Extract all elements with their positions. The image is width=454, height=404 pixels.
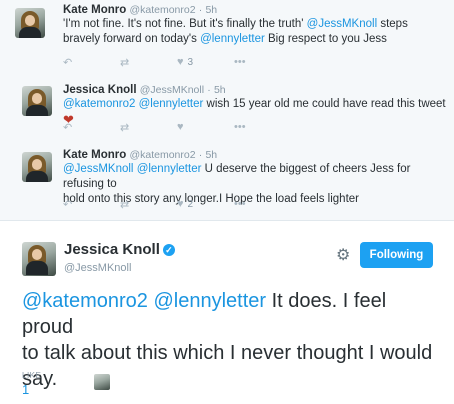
author-handle[interactable]: @JessMKnoll xyxy=(140,84,204,96)
liker-avatar[interactable] xyxy=(94,374,110,390)
following-button[interactable]: Following xyxy=(360,242,433,268)
tweet-text-part: 'I'm not fine. It's not fine. But it's f… xyxy=(63,18,307,30)
like-count: 3 xyxy=(187,56,194,68)
mention-link[interactable]: @lennyletter xyxy=(137,163,202,175)
mention-link[interactable]: @JessMKnoll xyxy=(307,18,377,30)
mention-link[interactable]: @lennyletter xyxy=(139,98,204,110)
more-icon[interactable]: ••• xyxy=(234,198,246,210)
mention-link[interactable]: @JessMKnoll xyxy=(63,163,133,175)
mention-link[interactable]: @lennyletter xyxy=(200,33,265,45)
heart-icon: ♥ xyxy=(177,56,184,68)
like-label: LIKE xyxy=(22,371,42,380)
tweet-text-part: to talk about this which I never thought… xyxy=(22,342,433,364)
author-handle[interactable]: @katemonro2 xyxy=(129,149,195,161)
retweet-icon[interactable]: ⇄ xyxy=(120,56,177,69)
like-count[interactable]: 1 xyxy=(22,382,29,397)
separator-dot: · xyxy=(198,4,203,16)
reply-icon[interactable]: ↶ xyxy=(63,121,120,134)
like-count: 2 xyxy=(187,198,194,210)
author-name[interactable]: Jessica Knoll ✓ xyxy=(64,241,175,258)
avatar[interactable] xyxy=(22,86,52,116)
author-name[interactable]: Kate Monro xyxy=(63,4,126,16)
reply-tweet[interactable]: Jessica Knoll @JessMKnoll · 5h @katemonr… xyxy=(0,74,454,143)
tweet-actions: ↶ ⇄ ♥ 2 ••• xyxy=(63,197,246,211)
mention-link[interactable]: @katemonro2 xyxy=(63,98,135,110)
author-name[interactable]: Kate Monro xyxy=(63,149,126,161)
like-button[interactable]: ♥ xyxy=(177,121,234,133)
avatar[interactable] xyxy=(22,242,56,276)
retweet-icon[interactable]: ⇄ xyxy=(120,121,177,134)
gear-icon[interactable]: ⚙ xyxy=(336,245,350,265)
retweet-icon[interactable]: ⇄ xyxy=(120,198,177,211)
tweet-text: @katemonro2 @lennyletter It does. I feel… xyxy=(22,288,442,392)
reply-icon[interactable]: ↶ xyxy=(63,198,120,211)
tweet-header: Jessica Knoll @JessMKnoll · 5h xyxy=(63,84,226,96)
main-tweet: Jessica Knoll ✓ @JessMKnoll ⚙ Following @… xyxy=(0,220,454,404)
heart-icon: ♥ xyxy=(177,121,184,133)
separator-dot: · xyxy=(198,149,203,161)
reply-tweet[interactable]: Kate Monro @katemonro2 · 5h 'I'm not fin… xyxy=(0,0,454,75)
tweet-header: Kate Monro @katemonro2 · 5h xyxy=(63,4,217,16)
reply-tweet[interactable]: Kate Monro @katemonro2 · 5h @JessMKnoll … xyxy=(0,142,454,221)
heart-icon: ♥ xyxy=(177,198,184,210)
reply-icon[interactable]: ↶ xyxy=(63,56,120,69)
timestamp[interactable]: 5h xyxy=(205,149,217,161)
tweet-actions: ↶ ⇄ ♥ 3 ••• xyxy=(63,55,246,69)
author-name[interactable]: Jessica Knoll xyxy=(63,84,137,96)
like-button[interactable]: ♥ 3 xyxy=(177,56,234,68)
tweet-header: Kate Monro @katemonro2 · 5h xyxy=(63,149,217,161)
more-icon[interactable]: ••• xyxy=(234,56,246,68)
timestamp[interactable]: 5h xyxy=(205,4,217,16)
timestamp[interactable]: 5h xyxy=(214,84,226,96)
tweet-text-part: Big respect to you Jess xyxy=(264,33,387,45)
mention-link[interactable]: @katemonro2 xyxy=(22,290,148,312)
more-icon[interactable]: ••• xyxy=(234,121,246,133)
avatar[interactable] xyxy=(22,152,52,182)
author-name-text: Jessica Knoll xyxy=(64,241,160,258)
mention-link[interactable]: @lennyletter xyxy=(153,290,266,312)
avatar[interactable] xyxy=(15,8,45,38)
separator-dot: · xyxy=(207,84,211,96)
tweet-actions: ↶ ⇄ ♥ ••• xyxy=(63,120,246,134)
author-handle[interactable]: @katemonro2 xyxy=(129,4,195,16)
like-button[interactable]: ♥ 2 xyxy=(177,198,234,210)
verified-icon: ✓ xyxy=(162,244,175,256)
author-handle[interactable]: @JessMKnoll xyxy=(64,262,131,274)
tweet-text: 'I'm not fine. It's not fine. But it's f… xyxy=(63,17,443,47)
tweet-text-part: wish 15 year old me could have read this… xyxy=(203,98,446,110)
